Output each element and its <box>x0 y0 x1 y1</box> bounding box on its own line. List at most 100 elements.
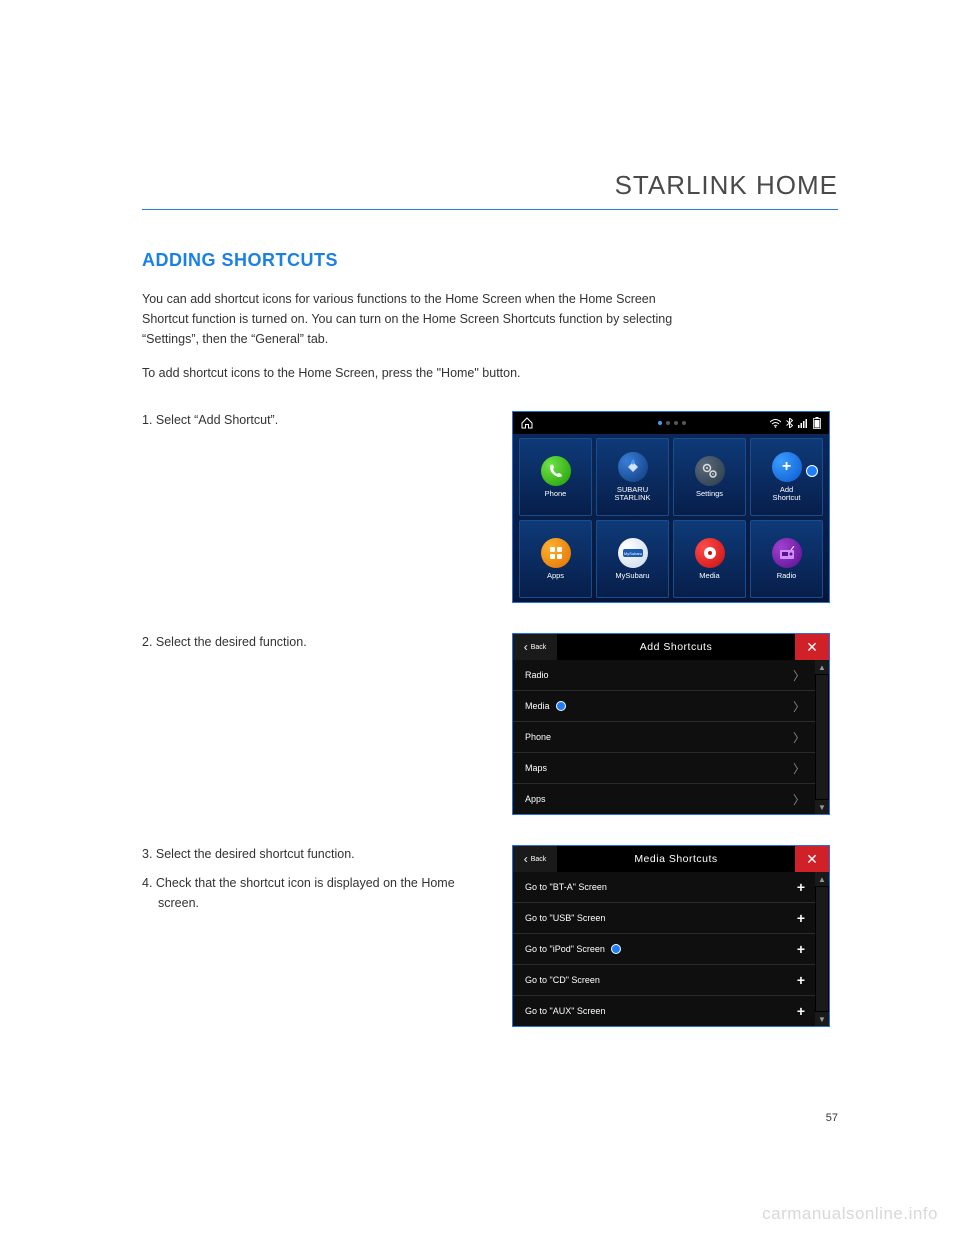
step-1-item: 1. Select “Add Shortcut”. <box>142 411 482 430</box>
scroll-up-icon[interactable]: ▲ <box>815 660 829 674</box>
plus-icon: + <box>772 452 802 482</box>
scroll-up-icon[interactable]: ▲ <box>815 872 829 886</box>
radio-icon <box>772 538 802 568</box>
media-icon <box>695 538 725 568</box>
phone-icon <box>541 456 571 486</box>
step-3-4-row: 3. Select the desired shortcut function.… <box>142 845 838 1027</box>
home-topbar <box>513 412 829 434</box>
list-item-media[interactable]: Media 〉 <box>513 691 815 722</box>
list-item-cd[interactable]: Go to "CD" Screen + <box>513 965 815 996</box>
close-button[interactable]: ✕ <box>795 634 829 660</box>
starlink-icon <box>618 452 648 482</box>
close-icon: ✕ <box>806 851 818 868</box>
list-item-label: Go to "BT-A" Screen <box>525 882 607 892</box>
list-item-label: Radio <box>525 670 549 680</box>
scroll-down-icon[interactable]: ▼ <box>815 1012 829 1026</box>
list-item-radio[interactable]: Radio 〉 <box>513 660 815 691</box>
list-item-label: Maps <box>525 763 547 773</box>
tile-apps[interactable]: Apps <box>519 520 592 598</box>
step-3-4-text: 3. Select the desired shortcut function.… <box>142 845 482 1027</box>
scroll-thumb[interactable] <box>816 887 828 1011</box>
page-dots <box>658 421 686 425</box>
list-item-apps[interactable]: Apps 〉 <box>513 784 815 814</box>
list-header: ‹ Back Media Shortcuts ✕ <box>513 846 829 872</box>
tile-settings-label: Settings <box>696 490 723 498</box>
chevron-right-icon: 〉 <box>793 729 805 746</box>
status-icons <box>770 417 821 429</box>
plus-icon: + <box>797 941 805 957</box>
chapter-title: STARLINK HOME <box>142 170 838 201</box>
figure-add-shortcuts: ‹ Back Add Shortcuts ✕ Radio 〉 Media 〉 Pho… <box>512 633 830 815</box>
chevron-left-icon: ‹ <box>524 640 528 654</box>
section-title: ADDING SHORTCUTS <box>142 250 838 271</box>
step-2-item: 2. Select the desired function. <box>142 633 482 652</box>
tile-phone-label: Phone <box>545 490 567 498</box>
list-item-label: Media <box>525 701 550 711</box>
highlight-dot <box>611 944 621 954</box>
list-title: Add Shortcuts <box>557 641 795 653</box>
list-body: Radio 〉 Media 〉 Phone 〉 Maps 〉 Apps 〉 ▲ ▼ <box>513 660 829 814</box>
step-2-row: 2. Select the desired function. ‹ Back A… <box>142 633 838 815</box>
plus-icon: + <box>797 910 805 926</box>
wifi-icon <box>770 419 781 428</box>
battery-icon <box>813 417 821 429</box>
back-label: Back <box>531 856 547 863</box>
list-item-phone[interactable]: Phone 〉 <box>513 722 815 753</box>
intro-paragraph-1: You can add shortcut icons for various f… <box>142 289 702 349</box>
list-item-label: Go to "iPod" Screen <box>525 944 605 954</box>
bluetooth-icon <box>786 418 793 428</box>
step-1-text: 1. Select “Add Shortcut”. <box>142 411 482 603</box>
list-item-label: Go to "USB" Screen <box>525 913 605 923</box>
list-item-label: Go to "CD" Screen <box>525 975 600 985</box>
scrollbar[interactable]: ▲ ▼ <box>815 660 829 814</box>
chevron-right-icon: 〉 <box>793 698 805 715</box>
step-4-item: 4. Check that the shortcut icon is displ… <box>142 874 482 913</box>
chevron-right-icon: 〉 <box>793 667 805 684</box>
close-icon: ✕ <box>806 639 818 656</box>
highlight-dot <box>806 465 818 477</box>
tile-media[interactable]: Media <box>673 520 746 598</box>
plus-icon: + <box>797 1003 805 1019</box>
tile-starlink[interactable]: SUBARU STARLINK <box>596 438 669 516</box>
tile-mysubaru[interactable]: MySubaru MySubaru <box>596 520 669 598</box>
tile-add-shortcut[interactable]: + Add Shortcut <box>750 438 823 516</box>
gear-icon <box>695 456 725 486</box>
list-item-label: Phone <box>525 732 551 742</box>
chevron-right-icon: 〉 <box>793 791 805 808</box>
back-button[interactable]: ‹ Back <box>513 634 557 660</box>
scroll-down-icon[interactable]: ▼ <box>815 800 829 814</box>
step-2-text: 2. Select the desired function. <box>142 633 482 815</box>
scrollbar[interactable]: ▲ ▼ <box>815 872 829 1026</box>
close-button[interactable]: ✕ <box>795 846 829 872</box>
tile-phone[interactable]: Phone <box>519 438 592 516</box>
step-3-item: 3. Select the desired shortcut function. <box>142 845 482 864</box>
tile-mysubaru-label: MySubaru <box>615 572 649 580</box>
tile-radio-label: Radio <box>777 572 797 580</box>
back-button[interactable]: ‹ Back <box>513 846 557 872</box>
list-header: ‹ Back Add Shortcuts ✕ <box>513 634 829 660</box>
mysubaru-icon: MySubaru <box>618 538 648 568</box>
home-icon <box>521 417 533 429</box>
plus-icon: + <box>797 972 805 988</box>
step-1-row: 1. Select “Add Shortcut”. <box>142 411 838 603</box>
highlight-dot <box>556 701 566 711</box>
scroll-thumb[interactable] <box>816 675 828 799</box>
list-item-ipod[interactable]: Go to "iPod" Screen + <box>513 934 815 965</box>
list-item-maps[interactable]: Maps 〉 <box>513 753 815 784</box>
page-number: 57 <box>826 1112 838 1124</box>
list-item-usb[interactable]: Go to "USB" Screen + <box>513 903 815 934</box>
tile-radio[interactable]: Radio <box>750 520 823 598</box>
tile-settings[interactable]: Settings <box>673 438 746 516</box>
list-item-aux[interactable]: Go to "AUX" Screen+ <box>513 996 815 1026</box>
signal-icon <box>798 419 808 428</box>
apps-icon <box>541 538 571 568</box>
intro-paragraph-2: To add shortcut icons to the Home Screen… <box>142 363 702 383</box>
chevron-right-icon: 〉 <box>793 760 805 777</box>
tile-starlink-label: SUBARU STARLINK <box>614 486 650 503</box>
list-item-label: Apps <box>525 794 546 804</box>
list-item-bta[interactable]: Go to "BT-A" Screen + <box>513 872 815 903</box>
plus-icon: + <box>797 879 805 895</box>
chevron-left-icon: ‹ <box>524 852 528 866</box>
home-grid: Phone SUBARU STARLINK Settings + <box>513 434 829 602</box>
tile-add-label: Add Shortcut <box>773 486 801 503</box>
